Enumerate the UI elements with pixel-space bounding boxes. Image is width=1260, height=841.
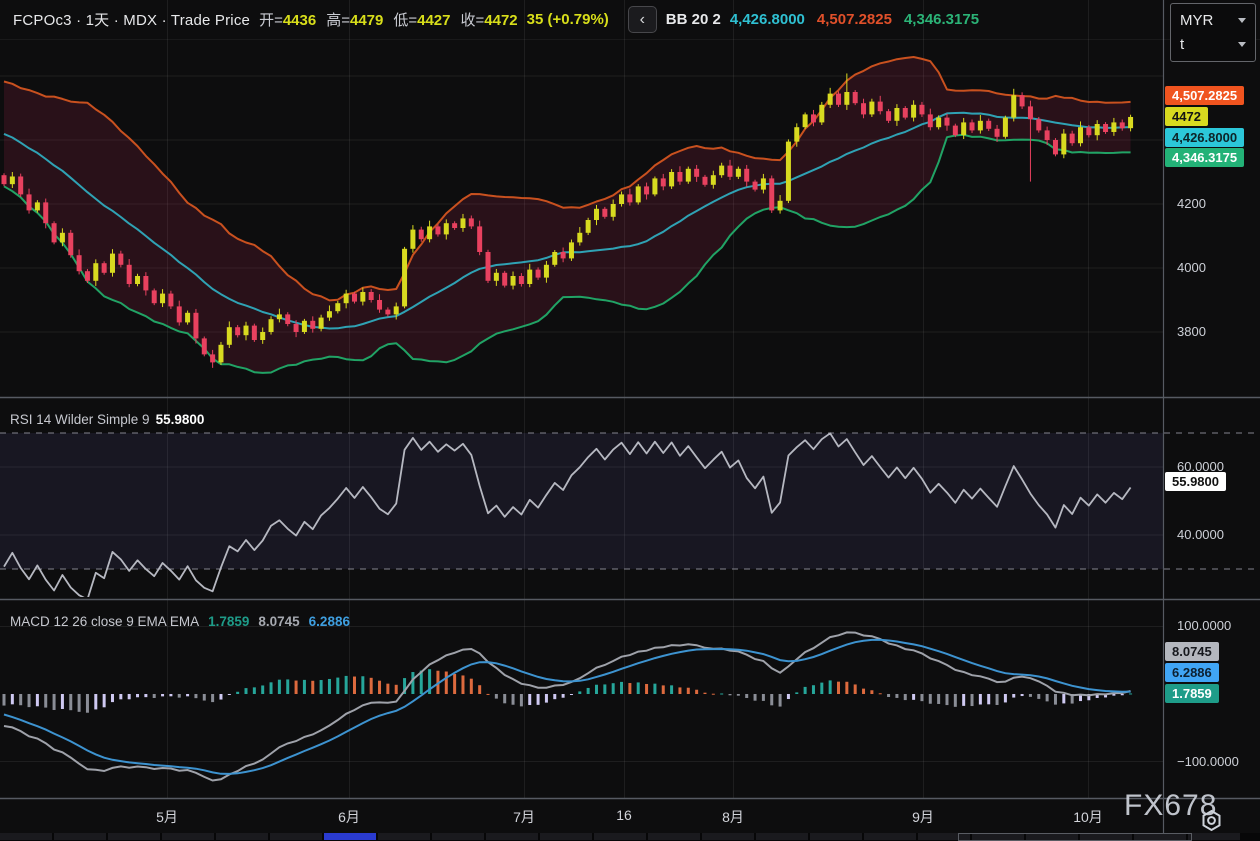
ohlc-values: 开=4436 高=4479 低=4427 收=4472 [259, 9, 518, 30]
tab-segment[interactable] [216, 833, 268, 840]
tab-segment[interactable] [756, 833, 808, 840]
symbol-title: FCPOc3 · 1天 · MDX · Trade Price [13, 9, 250, 30]
time-axis-label: 8月 [722, 807, 744, 827]
tab-segment[interactable] [864, 833, 916, 840]
bb-value: 4,426.8000 [730, 11, 805, 28]
price-badge: 4472 [1165, 107, 1208, 126]
change-value: 35 (+0.79%) [527, 11, 609, 28]
rsi-label-text: RSI 14 Wilder Simple 9 [10, 412, 150, 427]
price-badge: 1.7859 [1165, 684, 1219, 703]
price-badge: 4,426.8000 [1165, 128, 1244, 147]
currency-dropdown[interactable]: MYR [1180, 12, 1246, 29]
macd-value: 8.0745 [258, 614, 299, 629]
tab-segment[interactable] [378, 833, 430, 840]
scale-tick: −100.0000 [1177, 754, 1239, 769]
tab-segment[interactable] [108, 833, 160, 840]
scroll-thumb[interactable] [958, 833, 1192, 841]
bb-indicator-values: 4,426.8000 4,507.2825 4,346.3175 [730, 11, 979, 28]
currency-value: MYR [1180, 12, 1213, 29]
tab-segment[interactable] [540, 833, 592, 840]
back-button[interactable]: ‹ [628, 6, 657, 33]
unit-dropdown[interactable]: t [1180, 36, 1246, 53]
time-axis-label: 10月 [1073, 807, 1103, 827]
ohlc-item: 收=4472 [461, 9, 518, 30]
unit-value: t [1180, 36, 1184, 53]
chevron-down-icon [1238, 18, 1246, 23]
time-axis-label: 6月 [338, 807, 360, 827]
tab-segment[interactable] [594, 833, 646, 840]
tab-segment[interactable] [0, 833, 52, 840]
macd-value: 1.7859 [208, 614, 249, 629]
time-axis-label: 16 [616, 807, 632, 823]
gear-icon[interactable] [1199, 808, 1224, 833]
price-badge: 4,507.2825 [1165, 86, 1244, 105]
tab-segment[interactable] [486, 833, 538, 840]
scale-tick: 3800 [1177, 324, 1206, 339]
chevron-down-icon [1238, 42, 1246, 47]
time-axis-label: 5月 [156, 807, 178, 827]
rsi-value: 55.9800 [156, 412, 205, 427]
price-badge: 8.0745 [1165, 642, 1219, 661]
tab-segment[interactable] [1188, 833, 1240, 840]
bb-value: 4,346.3175 [904, 11, 979, 28]
macd-value: 6.2886 [309, 614, 350, 629]
scale-tick: 40.0000 [1177, 527, 1224, 542]
tab-segment[interactable] [432, 833, 484, 840]
active-tab-segment[interactable] [324, 833, 376, 840]
chart-legend-bar: FCPOc3 · 1天 · MDX · Trade Price 开=4436 高=… [0, 0, 1260, 40]
tab-segment[interactable] [162, 833, 214, 840]
bb-value: 4,507.2825 [817, 11, 892, 28]
macd-label-text: MACD 12 26 close 9 EMA EMA [10, 614, 199, 629]
background-tab-strip[interactable] [0, 833, 1260, 841]
scale-tick: 4200 [1177, 196, 1206, 211]
bb-indicator-label[interactable]: BB 20 2 [666, 11, 721, 28]
tab-segment[interactable] [54, 833, 106, 840]
ohlc-item: 低=4427 [393, 9, 450, 30]
scale-tick: 100.0000 [1177, 618, 1231, 633]
macd-values: 1.7859 8.0745 6.2886 [199, 614, 350, 629]
ohlc-item: 开=4436 [259, 9, 316, 30]
tab-segment[interactable] [810, 833, 862, 840]
price-badge: 4,346.3175 [1165, 148, 1244, 167]
time-axis-label: 7月 [513, 807, 535, 827]
price-badge: 55.9800 [1165, 472, 1226, 491]
macd-pane-label[interactable]: MACD 12 26 close 9 EMA EMA 1.7859 8.0745 6.… [10, 614, 350, 629]
chevron-left-icon: ‹ [640, 11, 645, 29]
tab-segment[interactable] [648, 833, 700, 840]
rsi-pane-label[interactable]: RSI 14 Wilder Simple 9 55.9800 [10, 412, 204, 427]
time-axis-label: 9月 [912, 807, 934, 827]
tab-segment[interactable] [702, 833, 754, 840]
ohlc-item: 高=4479 [326, 9, 383, 30]
tab-segment[interactable] [270, 833, 322, 840]
price-badge: 6.2886 [1165, 663, 1219, 682]
currency-unit-widget: MYR t [1170, 3, 1256, 62]
trading-chart-app: FCPOc3 · 1天 · MDX · Trade Price 开=4436 高=… [0, 0, 1260, 841]
scale-tick: 4000 [1177, 260, 1206, 275]
